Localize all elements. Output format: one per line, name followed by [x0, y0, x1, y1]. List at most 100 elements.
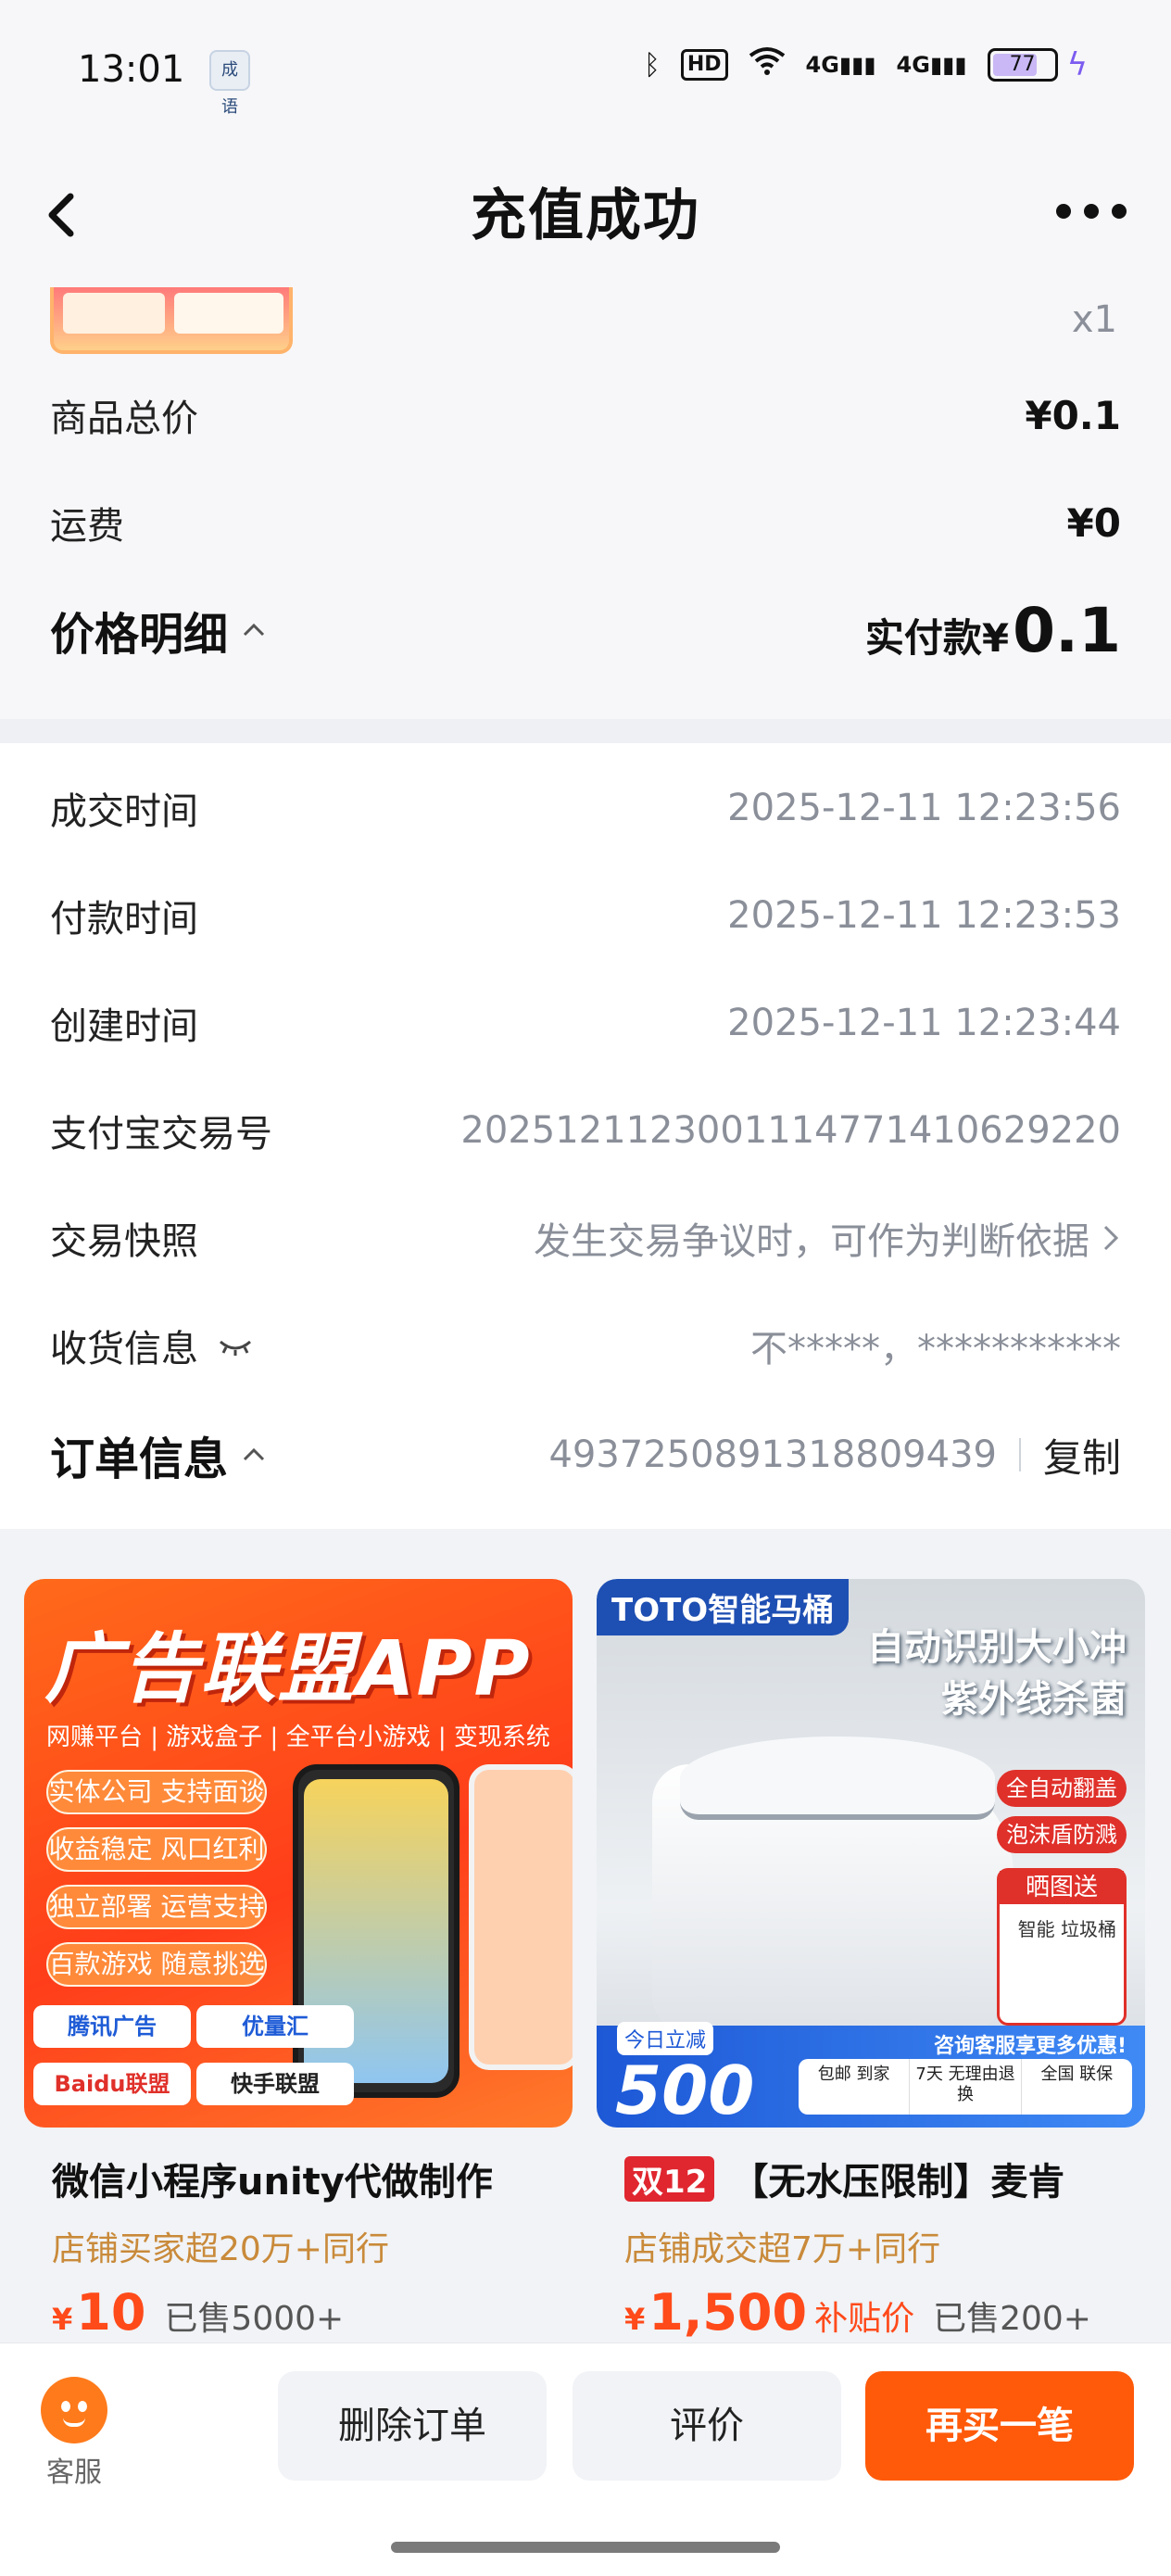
hd-icon: HD — [680, 49, 728, 81]
price-symbol: ¥ — [52, 2302, 73, 2337]
snapshot-link[interactable]: 发生交易争议时，可作为判断依据 — [534, 1211, 1121, 1265]
alipay-no-label: 支付宝交易号 — [50, 1113, 272, 1155]
page-title: 充值成功 — [471, 183, 700, 248]
kuaishou-union-logo: 快手联盟 — [196, 2063, 354, 2105]
ad-headline: 广告联盟APP — [44, 1625, 532, 1713]
divider — [1018, 1438, 1021, 1471]
delete-order-button[interactable]: 删除订单 — [278, 2371, 547, 2481]
copy-button[interactable]: 复制 — [1043, 1427, 1121, 1484]
ad-chip: 收益稳定 风口红利 — [46, 1827, 267, 1872]
ad-chip: 百款游戏 随意挑选 — [46, 1942, 267, 1987]
promo-bar: 今日立减 500 咨询客服享更多优惠! 包邮 到家 7天 无理由退换 全国 联保 — [597, 2022, 1145, 2128]
snapshot-label: 交易快照 — [50, 1220, 198, 1263]
price-detail-toggle[interactable]: 价格明细 — [50, 598, 267, 663]
baidu-union-logo: Baidu联盟 — [33, 2063, 191, 2105]
nav-bar: 充值成功 — [0, 139, 1171, 287]
snapshot-row[interactable]: 交易快照 发生交易争议时，可作为判断依据 — [50, 1201, 1121, 1275]
ad-chip: 独立部署 运营支持 — [46, 1885, 267, 1929]
gift-label: 晒图送 — [1000, 1871, 1124, 1904]
goods-total-row: 商品总价 ¥0.1 — [50, 378, 1121, 452]
alipay-no-value: 2025121123001114771410629220 — [460, 1109, 1121, 1152]
home-indicator[interactable] — [391, 2542, 780, 2553]
customer-service-icon — [41, 2377, 107, 2443]
price-value: 10 — [76, 2283, 146, 2342]
product-card[interactable]: TOTO智能马桶 自动识别大小冲 紫外线杀菌 全自动翻盖 泡沫盾防溅 晒图送 智… — [597, 1579, 1145, 2344]
product-image[interactable]: TOTO智能马桶 自动识别大小冲 紫外线杀菌 全自动翻盖 泡沫盾防溅 晒图送 智… — [597, 1579, 1145, 2128]
delivery-row: 收货信息 不*****，*********** — [50, 1308, 1121, 1383]
order-info-title: 订单信息 — [50, 1433, 229, 1485]
deal-time-row: 成交时间 2025-12-11 12:23:56 — [50, 771, 1121, 845]
status-icons: ᛒ HD 4G▮▮▮ 4G▮▮▮ 77 ϟ — [644, 46, 1088, 83]
more-icon[interactable] — [1056, 204, 1127, 219]
battery-icon: 77 — [987, 48, 1058, 82]
deal-time-value: 2025-12-11 12:23:56 — [727, 787, 1121, 829]
product-title-text: 【无水压限制】麦肯 — [731, 2161, 1065, 2203]
chevron-right-icon — [1103, 1225, 1119, 1251]
order-number: 4937250891318809439 — [548, 1433, 997, 1476]
pay-time-row: 付款时间 2025-12-11 12:23:53 — [50, 878, 1121, 953]
order-info-toggle[interactable]: 订单信息 — [50, 1422, 267, 1487]
eye-closed-icon[interactable] — [217, 1334, 254, 1357]
thumbnail-panel — [63, 293, 165, 334]
product-thumbnail[interactable] — [50, 287, 293, 354]
create-time-value: 2025-12-11 12:23:44 — [727, 1002, 1121, 1044]
ad-chip: 实体公司 支持面谈 — [46, 1770, 267, 1814]
shop-tag: 店铺买家超20万+同行 — [52, 2230, 389, 2268]
product-title: 双12 【无水压限制】麦肯 — [597, 2152, 1145, 2205]
order-summary: x1 商品总价 ¥0.1 运费 ¥0 价格明细 实付款¥ 0.1 — [0, 287, 1171, 719]
review-button[interactable]: 评价 — [573, 2371, 841, 2481]
product-quantity: x1 — [1071, 298, 1117, 341]
status-bar: 13:01 成 语 ᛒ HD 4G▮▮▮ 4G▮▮▮ 77 ϟ — [0, 0, 1171, 139]
pay-time-value: 2025-12-11 12:23:53 — [727, 894, 1121, 937]
alipay-no-row: 支付宝交易号 2025121123001114771410629220 — [50, 1093, 1121, 1168]
order-info-row: 订单信息 4937250891318809439 复制 — [50, 1418, 1121, 1492]
thumbnail-panel — [174, 293, 283, 334]
delivery-label-wrap: 收货信息 — [50, 1319, 254, 1372]
create-time-row: 创建时间 2025-12-11 12:23:44 — [50, 986, 1121, 1060]
double12-badge: 双12 — [624, 2155, 715, 2202]
transaction-info: 成交时间 2025-12-11 12:23:56 付款时间 2025-12-11… — [0, 743, 1171, 1529]
gift-text: 智能 垃圾桶 — [1017, 1918, 1116, 1940]
shop-tag: 店铺成交超7万+同行 — [624, 2230, 941, 2268]
service-strip: 包邮 到家 7天 无理由退换 全国 联保 — [799, 2059, 1132, 2115]
paid-amount: 实付款¥ 0.1 — [865, 595, 1121, 666]
shipping-value: ¥0 — [1066, 499, 1121, 546]
recommendation-feed: 广告联盟APP 网赚平台 | 游戏盒子 | 全平台小游戏 | 变现系统 实体公司… — [0, 1529, 1171, 2344]
brand-badge: TOTO智能马桶 — [597, 1579, 850, 1635]
signal-icon-2: 4G▮▮▮ — [896, 52, 967, 78]
paid-value: 0.1 — [1013, 594, 1121, 666]
chevron-up-icon — [243, 623, 265, 637]
delivery-value: 不*****，*********** — [750, 1328, 1121, 1370]
signal-icon-1: 4G▮▮▮ — [805, 52, 876, 78]
goods-total-value: ¥0.1 — [1025, 392, 1121, 438]
app-notification-icon: 成 语 — [209, 50, 250, 117]
today-discount: 今日立减 500 — [608, 2022, 793, 2126]
phone-illustration — [469, 1764, 573, 2070]
consult-text: 咨询客服享更多优惠! — [933, 2035, 1127, 2058]
price-value: 1,500 — [648, 2283, 808, 2342]
price-detail-row[interactable]: 价格明细 实付款¥ 0.1 — [50, 593, 1121, 667]
order-number-group: 4937250891318809439 复制 — [548, 1427, 1121, 1484]
battery-level: 77 — [1009, 53, 1036, 76]
tencent-ads-logo: 腾讯广告 — [33, 2005, 191, 2048]
shipping-label: 运费 — [50, 505, 124, 548]
youlianghui-logo: 优量汇 — [196, 2005, 354, 2048]
charging-icon: ϟ — [1066, 46, 1088, 83]
product-image[interactable]: 广告联盟APP 网赚平台 | 游戏盒子 | 全平台小游戏 | 变现系统 实体公司… — [24, 1579, 573, 2128]
pay-time-label: 付款时间 — [50, 898, 198, 941]
paid-label: 实付款¥ — [864, 614, 1010, 661]
phone-illustration — [293, 1764, 460, 2098]
delivery-label: 收货信息 — [50, 1328, 198, 1370]
bluetooth-icon: ᛒ — [643, 48, 661, 82]
customer-service-button[interactable]: 客服 — [37, 2377, 111, 2490]
product-price: ¥ 10 已售5000+ — [24, 2283, 573, 2342]
product-card[interactable]: 广告联盟APP 网赚平台 | 游戏盒子 | 全平台小游戏 | 变现系统 实体公司… — [24, 1579, 573, 2344]
subsidy-tag: 补贴价 — [814, 2300, 915, 2338]
deal-time-label: 成交时间 — [50, 790, 198, 833]
snapshot-value: 发生交易争议时，可作为判断依据 — [534, 1220, 1089, 1263]
price-symbol: ¥ — [624, 2302, 646, 2337]
buy-again-button[interactable]: 再买一笔 — [865, 2371, 1134, 2481]
goods-total-label: 商品总价 — [50, 398, 198, 440]
create-time-label: 创建时间 — [50, 1005, 198, 1048]
feature-tag: 泡沫盾防溅 — [997, 1816, 1127, 1853]
